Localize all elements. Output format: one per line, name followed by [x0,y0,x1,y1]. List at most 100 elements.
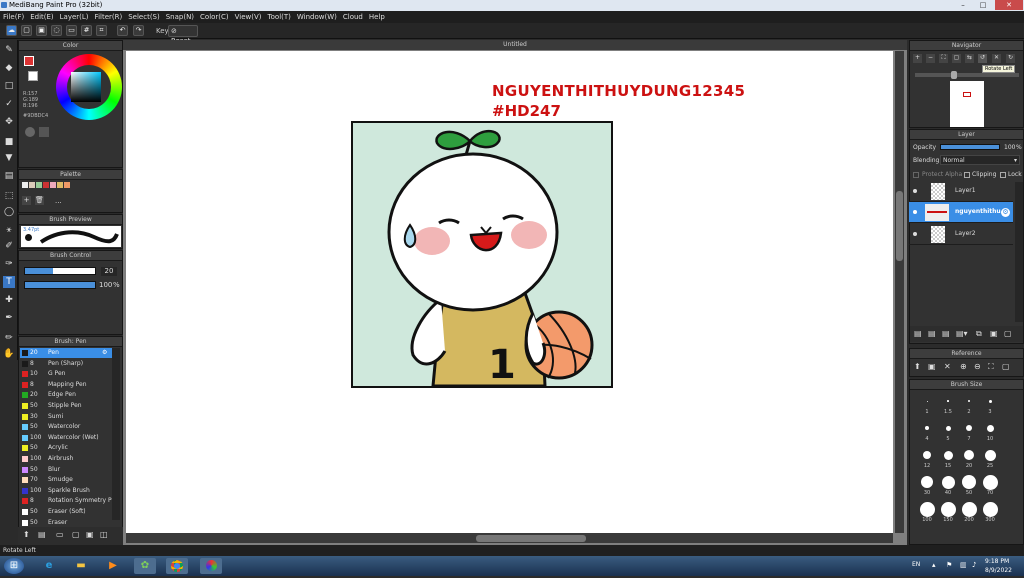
maximize-button[interactable]: □ [975,0,991,10]
language-indicator[interactable]: EN [912,561,920,568]
reset-button[interactable]: ⊘ Reset [168,25,198,45]
palette-add-icon[interactable]: + [22,196,31,205]
undo-icon[interactable]: ↶ [117,25,128,36]
lasso-tool-icon[interactable]: ◯ [3,206,15,218]
rotate-left-icon[interactable]: ↺ [978,54,987,63]
menu-select[interactable]: Select(S) [125,11,163,21]
medibang-taskbar-icon[interactable]: ✿ [134,558,156,574]
brush-size-option[interactable] [962,475,976,489]
dot-tool-icon[interactable]: □ [3,80,15,92]
chat-icon[interactable]: ◌ [51,25,62,36]
gradient-tool-icon[interactable]: ▤ [3,170,15,182]
select-tool-icon[interactable]: ⬚ [3,190,15,202]
brush-delete-icon[interactable]: ◫ [100,530,108,539]
layer-row-selected[interactable]: nguyenthithu ⚙ [909,202,1013,223]
zoom-in-icon[interactable]: + [913,54,922,63]
brush-settings-icon[interactable]: ▭ [56,530,64,539]
blending-select[interactable]: Normal ▾ [940,155,1020,165]
palette-swatch[interactable] [64,182,70,188]
brush-size-option[interactable] [982,474,998,490]
palette-more[interactable]: ... [55,197,62,205]
brush-size-value[interactable]: 20 [101,267,117,276]
tray-network-icon[interactable]: ▥ [960,561,967,569]
brush-opacity-slider[interactable] [24,281,96,289]
reference-open-icon[interactable]: ⬆ [914,362,921,371]
add-layer-menu-icon[interactable]: ▤▾ [956,329,968,338]
close-button[interactable]: ✕ [995,0,1023,10]
layer-opacity-slider[interactable] [940,144,1000,150]
brush-size-option[interactable] [984,449,996,461]
brush-list-item[interactable]: 70 Smudge [20,475,112,485]
select-check-icon[interactable]: ✓ [3,98,15,110]
menu-layer[interactable]: Layer(L) [57,11,92,21]
magic-wand-icon[interactable]: ⚹ [3,224,15,236]
eyedropper-tool-icon[interactable]: ✒ [3,312,15,324]
brush-size-option[interactable] [947,400,949,402]
menu-view[interactable]: View(V) [232,11,265,21]
navigator-thumbnail[interactable] [950,81,984,127]
rotate-right-icon[interactable]: ↻ [1006,54,1015,63]
internet-explorer-icon[interactable]: e [38,558,60,574]
flip-icon[interactable]: ⇆ [965,54,974,63]
media-player-icon[interactable]: ▶ [102,558,124,574]
new-layer-1bit-icon[interactable]: ▤ [928,329,936,338]
app-icon-taskbar[interactable] [200,558,222,574]
brush-list-item[interactable]: 8 Mapping Pen [20,380,112,390]
grid-icon[interactable]: # [81,25,92,36]
palette-mode-icon[interactable] [25,127,35,137]
operation-tool-icon[interactable]: ✚ [3,294,15,306]
brush-list-item[interactable]: 30 Sumi [20,412,112,422]
document-tab-title[interactable]: Untitled [123,40,907,50]
brush-size-option[interactable] [961,501,977,517]
new-layer-icon[interactable]: ▤ [914,329,922,338]
menu-snap[interactable]: Snap(N) [163,11,197,21]
brush-tool-icon[interactable]: ✎ [3,44,15,56]
brush-list-item[interactable]: 10 G Pen [20,369,112,379]
layer-opacity-value[interactable]: 100 [1004,144,1015,151]
menu-file[interactable]: File(F) [0,11,27,21]
fit-icon[interactable]: ⛶ [939,54,948,63]
reference-zoom-out-icon[interactable]: ⊖ [974,362,981,371]
brush-list-item[interactable]: 50 Eraser (Soft) [20,507,112,517]
brush-size-option[interactable] [966,425,972,431]
new-layer-8bit-icon[interactable]: ▤ [942,329,950,338]
file-explorer-icon[interactable]: ▬ [70,558,92,574]
brush-copy-icon[interactable]: ▢ [72,530,80,539]
layer-settings-gear-icon[interactable]: ⚙ [1001,208,1010,217]
visibility-eye-icon[interactable] [913,189,917,193]
brush-list-scrollbar[interactable] [112,348,120,520]
vertical-scrollbar[interactable] [895,51,904,533]
brush-size-option[interactable] [919,501,935,517]
palette-swatch[interactable] [50,182,56,188]
new-icon[interactable]: ▢ [21,25,32,36]
move-tool-icon[interactable]: ✥ [3,116,15,128]
clock-time[interactable]: 9:18 PM [985,558,1009,565]
primary-color-swatch[interactable] [24,56,34,66]
brush-size-option[interactable] [926,400,928,402]
hand-tool-icon[interactable]: ✋ [3,348,15,360]
brush-list-item[interactable]: 100 Airbrush [20,454,112,464]
menu-edit[interactable]: Edit(E) [27,11,56,21]
palette-swatch[interactable] [57,182,63,188]
brush-list-item[interactable]: 100 Sparkle Brush [20,486,112,496]
pen-tool-icon[interactable]: ✏ [3,332,15,344]
brush-size-option[interactable] [923,451,931,459]
visibility-eye-icon[interactable] [913,210,917,214]
snap-icon[interactable]: ⌗ [96,25,107,36]
brush-size-slider[interactable] [24,267,96,275]
start-button-icon[interactable]: ⊞ [4,558,24,574]
secondary-color-swatch[interactable] [28,71,38,81]
brush-add-menu-icon[interactable]: ▤ [38,530,46,539]
rotate-reset-icon[interactable]: ✕ [992,54,1001,63]
protect-alpha-checkbox[interactable] [913,172,919,178]
brush-size-option[interactable] [940,501,956,517]
navigator-zoom-thumb[interactable] [951,71,957,79]
menu-filter[interactable]: Filter(R) [92,11,126,21]
horizontal-scrollbar[interactable] [126,533,893,543]
brush-size-option[interactable] [945,425,951,431]
save-icon[interactable]: ▣ [36,25,47,36]
palette-swatch[interactable] [29,182,35,188]
color-mode-icon[interactable] [39,127,49,137]
menu-tool[interactable]: Tool(T) [265,11,294,21]
brush-folder-icon[interactable]: ▣ [86,530,94,539]
